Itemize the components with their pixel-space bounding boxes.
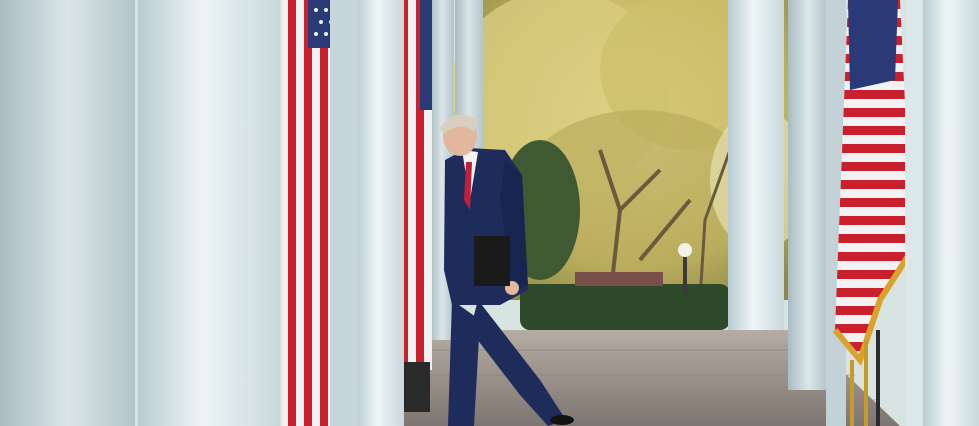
distant-vehicle (575, 272, 663, 286)
column-right-pilaster (788, 0, 828, 390)
column-center (356, 0, 404, 426)
column-edge-right (922, 0, 979, 426)
boxwood-hedge (520, 284, 730, 330)
black-folder (474, 236, 510, 286)
photo-scene (0, 0, 979, 426)
photo-illustration (0, 0, 979, 426)
american-flag-center (402, 0, 432, 412)
column-far-right (728, 0, 784, 330)
column-left-pilaster (0, 0, 135, 426)
column-left-large (138, 0, 280, 426)
